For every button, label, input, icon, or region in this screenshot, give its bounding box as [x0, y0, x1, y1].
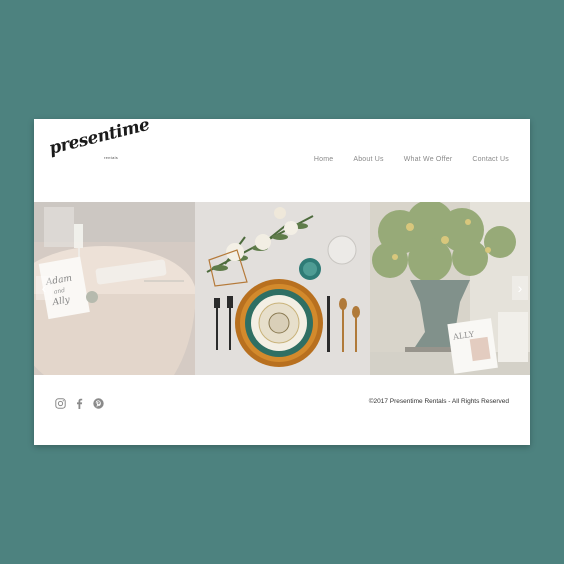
gallery-image-place-setting[interactable] — [195, 202, 370, 375]
logo-script: presentime — [47, 119, 152, 159]
nav-what-we-offer[interactable]: What We Offer — [404, 156, 453, 163]
nav-about-us[interactable]: About Us — [353, 156, 383, 163]
instagram-icon[interactable] — [55, 396, 66, 409]
image-gallery: Adam and Ally ‹ ALLY › — [34, 202, 530, 375]
gallery-prev-button[interactable]: ‹ — [36, 276, 52, 300]
gallery-image-table-setting[interactable]: Adam and Ally ‹ — [34, 202, 195, 375]
logo-subtitle: rentals — [104, 155, 119, 160]
gallery-next-button[interactable]: › — [512, 276, 528, 300]
main-nav: Home About Us What We Offer Contact Us — [314, 156, 509, 163]
site-footer: ©2017 Presentime Rentals - All Rights Re… — [34, 375, 530, 445]
copyright-text: ©2017 Presentime Rentals - All Rights Re… — [368, 398, 509, 405]
social-links — [55, 396, 104, 409]
site-header: presentime rentals Home About Us What We… — [34, 119, 530, 202]
nav-contact-us[interactable]: Contact Us — [472, 156, 509, 163]
pinterest-icon[interactable] — [93, 396, 104, 409]
nav-home[interactable]: Home — [314, 156, 333, 163]
gallery-image-floral-arrangement[interactable]: ALLY › — [370, 202, 530, 375]
logo[interactable]: presentime rentals — [47, 119, 151, 183]
place-setting-photo — [195, 202, 370, 375]
facebook-icon[interactable] — [74, 396, 85, 409]
website-frame: presentime rentals Home About Us What We… — [34, 119, 530, 445]
